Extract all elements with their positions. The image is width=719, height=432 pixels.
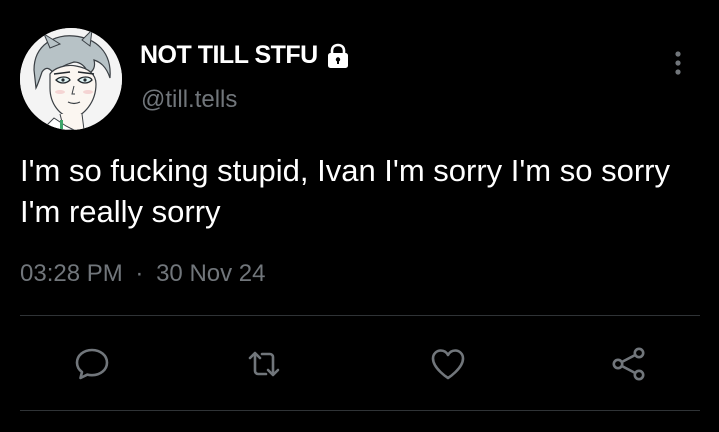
avatar-image — [20, 28, 122, 130]
share-icon — [612, 347, 645, 381]
avatar[interactable] — [20, 28, 122, 130]
reply-button[interactable] — [72, 344, 112, 384]
share-button[interactable] — [609, 344, 649, 384]
user-handle[interactable]: @till.tells — [141, 86, 237, 114]
speech-bubble-icon — [75, 348, 109, 380]
heart-icon — [431, 349, 465, 380]
divider — [20, 315, 700, 316]
meta-separator: · — [135, 260, 144, 287]
retweet-icon — [248, 351, 280, 377]
tweet-card: NOT TILL STFU @till.tells I'm so fucking… — [0, 0, 719, 432]
lock-icon — [326, 43, 350, 69]
more-options-icon[interactable] — [668, 50, 688, 76]
tweet-time: 03:28 PM — [20, 260, 123, 287]
tweet-date: 30 Nov 24 — [156, 260, 266, 287]
tweet-text: I'm so fucking stupid, Ivan I'm sorry I'… — [20, 153, 670, 229]
display-name[interactable]: NOT TILL STFU — [140, 41, 318, 70]
retweet-button[interactable] — [244, 344, 284, 384]
divider — [20, 410, 700, 411]
display-name-row: NOT TILL STFU — [140, 41, 350, 70]
like-button[interactable] — [428, 344, 468, 384]
tweet-timestamp[interactable]: 03:28 PM · 30 Nov 24 — [20, 260, 265, 288]
